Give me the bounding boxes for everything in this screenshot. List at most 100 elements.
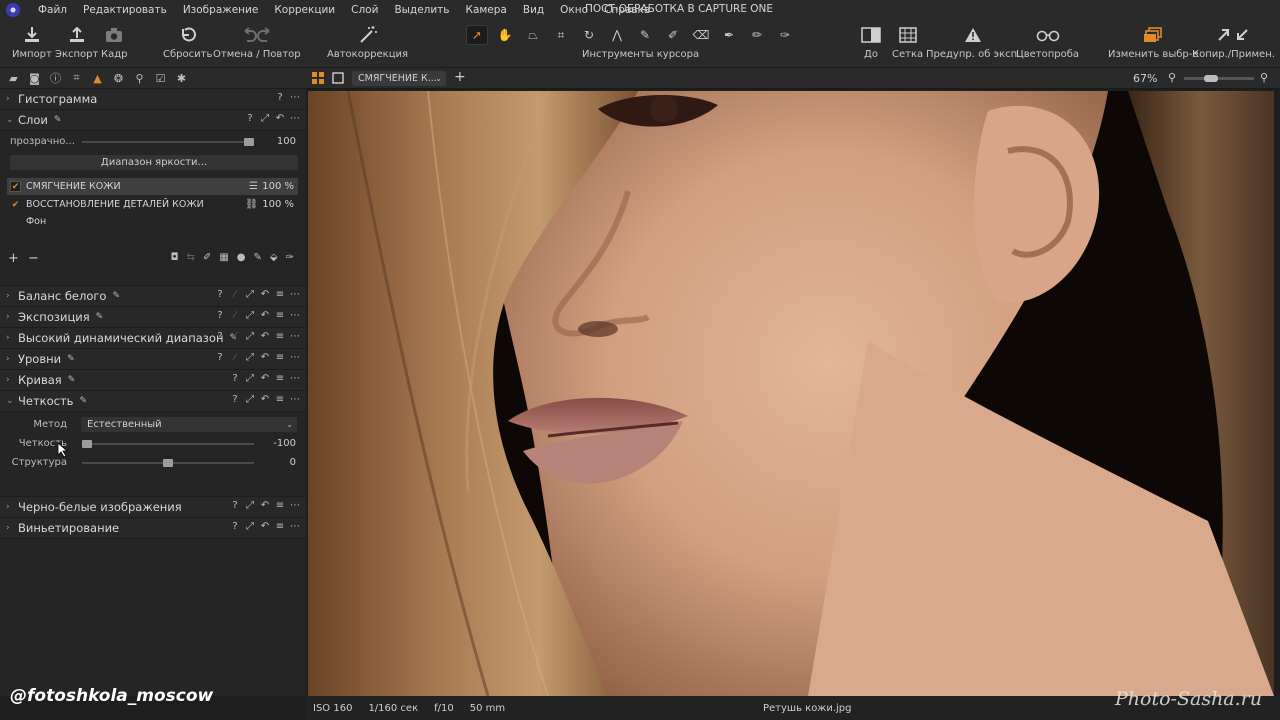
perspective-tool[interactable]: ⋀ <box>606 25 628 45</box>
presets-icon[interactable]: ≡ <box>275 352 285 363</box>
opacity-slider-track[interactable] <box>82 141 254 143</box>
reset-icon[interactable]: ↶ <box>275 113 285 124</box>
tab-exposure[interactable]: ▲ <box>90 71 105 86</box>
before-button[interactable]: До <box>859 23 883 60</box>
add-layer-icon[interactable]: + <box>8 251 19 266</box>
layer-row[interactable]: ✔ СМЯГЧЕНИЕ КОЖИ ☰ 100 % <box>7 178 298 195</box>
tab-lens[interactable]: ⌗ <box>69 71 84 86</box>
help-icon[interactable]: ? <box>245 113 255 124</box>
eraser-tool[interactable]: ⌫ <box>690 25 712 45</box>
method-select[interactable]: Естественный ⌄ <box>81 417 297 432</box>
help-icon[interactable]: ? <box>215 352 225 363</box>
auto-adjust-button[interactable]: Автокоррекция <box>327 23 408 60</box>
help-icon[interactable]: ? <box>215 310 225 321</box>
pin-icon[interactable]: ⤢ <box>245 352 255 363</box>
undo-redo-button[interactable]: Отмена / Повтор <box>213 23 301 60</box>
grid-button[interactable]: Сетка <box>892 23 923 60</box>
presets-icon[interactable]: ≡ <box>275 500 285 511</box>
help-icon[interactable]: ? <box>230 394 240 405</box>
menu-adjustments[interactable]: Коррекции <box>266 4 343 16</box>
zoom-out-icon[interactable]: ⚲ <box>1168 71 1176 84</box>
tab-library[interactable]: ▰ <box>6 71 21 86</box>
more-icon[interactable]: ⋯ <box>290 310 300 321</box>
edit-selection-button[interactable]: Изменить выбр-е <box>1108 23 1199 60</box>
tab-settings[interactable]: ✱ <box>174 71 189 86</box>
section-clarity[interactable]: ⌄ Четкость ✎ ? ⤢ ↶ ≡ ⋯ <box>0 391 306 412</box>
capture-button[interactable]: Кадр <box>101 23 128 60</box>
reset-icon[interactable]: ↶ <box>260 373 270 384</box>
reset-icon[interactable]: ↶ <box>260 521 270 532</box>
menu-file[interactable]: Файл <box>30 4 75 16</box>
more-icon[interactable]: ⋯ <box>290 500 300 511</box>
add-viewer-icon[interactable]: + <box>454 69 466 85</box>
presets-icon[interactable]: ≡ <box>275 310 285 321</box>
picker-icon[interactable]: ⁄ <box>230 289 240 300</box>
menu-layer[interactable]: Слой <box>343 4 386 16</box>
menu-select[interactable]: Выделить <box>386 4 457 16</box>
tab-details[interactable]: ⚲ <box>132 71 147 86</box>
menu-edit[interactable]: Редактировать <box>75 4 175 16</box>
menu-image[interactable]: Изображение <box>175 4 267 16</box>
swap-icon[interactable]: ⇆ <box>187 252 195 263</box>
gradient-icon[interactable]: ▦ <box>219 252 228 263</box>
menu-camera[interactable]: Камера <box>458 4 515 16</box>
import-button[interactable]: Импорт <box>12 23 52 60</box>
checkmark-icon[interactable]: ✔ <box>10 181 21 192</box>
help-icon[interactable]: ? <box>275 92 285 103</box>
single-view-icon[interactable] <box>332 72 344 84</box>
pin-icon[interactable]: ⤢ <box>245 521 255 532</box>
structure-value[interactable]: 0 <box>290 457 296 468</box>
pin-icon[interactable]: ⤢ <box>245 289 255 300</box>
pin-icon[interactable]: ⤢ <box>260 113 270 124</box>
zoom-slider-thumb[interactable] <box>1204 75 1218 82</box>
brush-icon[interactable]: ✐ <box>203 252 211 263</box>
section-white-balance[interactable]: › Баланс белого ✎ ? ⁄ ⤢ ↶ ≡ ⋯ <box>0 286 306 307</box>
brush-tool[interactable]: ✐ <box>662 25 684 45</box>
section-layers[interactable]: ⌄ Слои ✎ ? ⤢ ↶ ⋯ <box>0 110 306 131</box>
presets-icon[interactable]: ≡ <box>275 373 285 384</box>
more-icon[interactable]: ⋯ <box>290 521 300 532</box>
section-levels[interactable]: › Уровни ✎ ? ⁄ ⤢ ↶ ≡ ⋯ <box>0 349 306 370</box>
spot-tool[interactable]: ✎ <box>634 25 656 45</box>
zoom-slider-track[interactable] <box>1184 75 1254 82</box>
rotate-tool[interactable]: ↻ <box>578 25 600 45</box>
section-hdr[interactable]: › Высокий динамический диапазон ✎ ? ⁄ ⤢ … <box>0 328 306 349</box>
help-icon[interactable]: ? <box>230 521 240 532</box>
zoom-in-icon[interactable]: ⚲ <box>1260 71 1268 84</box>
help-icon[interactable]: ? <box>230 500 240 511</box>
picker-icon[interactable]: ⁄ <box>230 331 240 342</box>
exposure-warning-button[interactable]: Предупр. об эксп. <box>926 23 1020 60</box>
reset-icon[interactable]: ↶ <box>260 310 270 321</box>
more-icon[interactable]: ⋯ <box>290 352 300 363</box>
help-icon[interactable]: ? <box>215 289 225 300</box>
tab-metadata[interactable]: ☑ <box>153 71 168 86</box>
more-icon[interactable]: ⋯ <box>290 394 300 405</box>
picker-tool[interactable]: ✒ <box>718 25 740 45</box>
opacity-slider-thumb[interactable] <box>244 138 254 146</box>
reset-icon[interactable]: ↶ <box>260 289 270 300</box>
help-icon[interactable]: ? <box>215 331 225 342</box>
structure-slider-thumb[interactable] <box>163 459 173 467</box>
layer-row[interactable]: ✔ ВОССТАНОВЛЕНИЕ ДЕТАЛЕЙ КОЖИ ⛓ 100 % <box>7 196 298 213</box>
reset-icon[interactable]: ↶ <box>260 500 270 511</box>
variant-select[interactable]: СМЯГЧЕНИЕ К... ⌄ <box>352 71 446 86</box>
checkmark-icon[interactable]: ✔ <box>10 199 21 210</box>
crop-tool[interactable]: ⌗ <box>550 25 572 45</box>
opacity-value[interactable]: 100 <box>277 136 296 147</box>
clarity-slider-track[interactable] <box>82 443 254 445</box>
clarity-slider-thumb[interactable] <box>82 440 92 448</box>
annotation-tool[interactable]: ✏ <box>746 25 768 45</box>
proof-button[interactable]: Цветопроба <box>1016 23 1079 60</box>
zoom-level[interactable]: 67% <box>1133 72 1157 85</box>
tab-color[interactable]: ❂ <box>111 71 126 86</box>
reset-icon[interactable]: ↶ <box>260 331 270 342</box>
section-black-white[interactable]: › Черно-белые изображения ? ⤢ ↶ ≡ ⋯ <box>0 497 306 518</box>
reset-icon[interactable]: ↶ <box>260 394 270 405</box>
presets-icon[interactable]: ≡ <box>275 521 285 532</box>
export-button[interactable]: Экспорт <box>55 23 98 60</box>
pin-icon[interactable]: ⤢ <box>245 394 255 405</box>
keystone-tool[interactable]: ⏢ <box>522 25 544 45</box>
pin-icon[interactable]: ⤢ <box>245 500 255 511</box>
layer-row[interactable]: Фон <box>7 213 298 230</box>
pin-icon[interactable]: ⤢ <box>245 331 255 342</box>
